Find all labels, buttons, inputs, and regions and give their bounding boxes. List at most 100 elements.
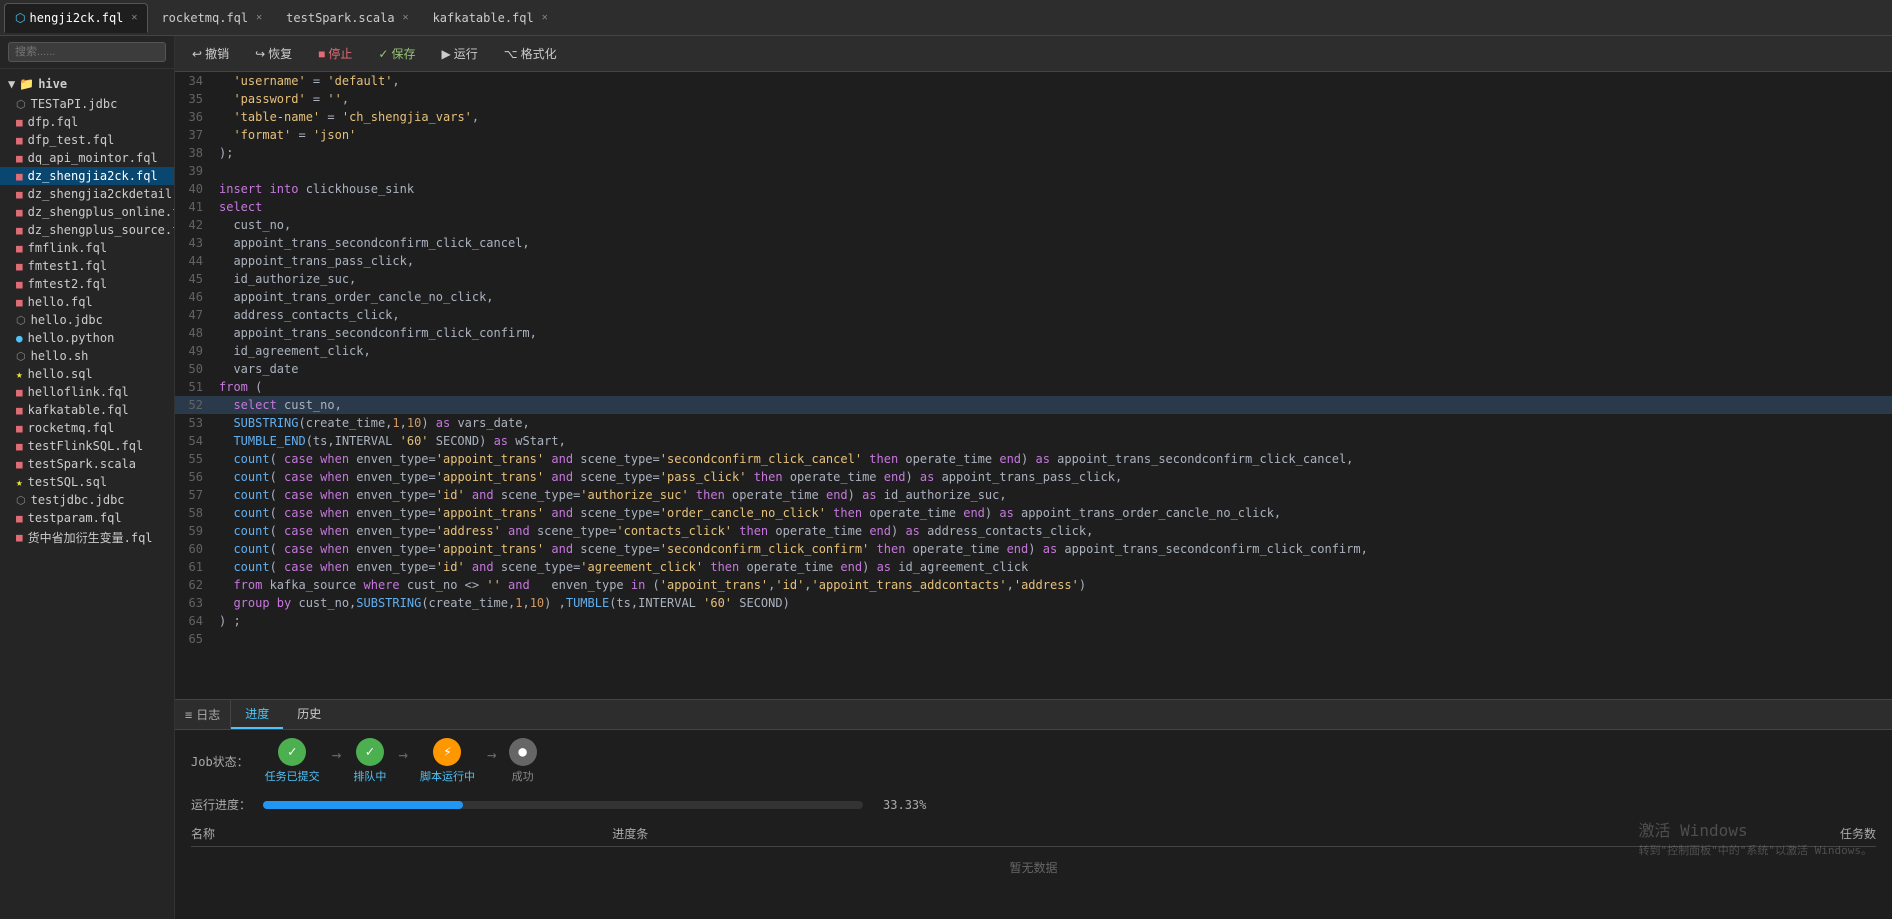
save-button[interactable]: ✓ 保存 [369, 41, 424, 66]
code-line-47: 47 address_contacts_click, [175, 306, 1892, 324]
code-line-34: 34 'username' = 'default', [175, 72, 1892, 90]
item-label-4: dz_shengjia2ck.fql [28, 169, 158, 183]
fql-icon-11: ■ [16, 296, 23, 309]
fql-icon-10: ■ [16, 278, 23, 291]
tab-close-hengji2ck[interactable]: ✕ [131, 12, 137, 23]
progress-percent: 33.33% [883, 798, 926, 812]
sidebar-item-21[interactable]: ★testSQL.sql [0, 473, 174, 491]
tab-progress-label: 进度 [245, 705, 269, 722]
item-label-3: dq_api_mointor.fql [28, 151, 158, 165]
item-label-21: testSQL.sql [28, 475, 107, 489]
undo-icon: ↩ [192, 47, 202, 61]
code-editor[interactable]: 34 'username' = 'default', 35 'password'… [175, 72, 1892, 699]
fql-icon-23: ■ [16, 512, 23, 525]
sidebar-item-7[interactable]: ■dz_shengplus_source.fql [0, 221, 174, 239]
code-line-39: 39 [175, 162, 1892, 180]
redo-button[interactable]: ↪ 恢复 [246, 41, 301, 66]
col-tasks-header: 任务数 [1455, 825, 1876, 842]
sidebar-item-10[interactable]: ■fmtest2.fql [0, 275, 174, 293]
step-label-2: 脚本运行中 [420, 768, 475, 784]
col-name-header: 名称 [191, 825, 612, 842]
code-line-40: 40insert into clickhouse_sink [175, 180, 1892, 198]
tree-root-label: hive [38, 77, 67, 91]
sidebar-item-0[interactable]: ⬡TESTaPI.jdbc [0, 95, 174, 113]
job-status-label: Job状态： [191, 753, 249, 770]
code-line-50: 50 vars_date [175, 360, 1892, 378]
code-line-58: 58 count( case when enven_type='appoint_… [175, 504, 1892, 522]
sql-icon-15: ★ [16, 368, 23, 381]
code-line-59: 59 count( case when enven_type='address'… [175, 522, 1892, 540]
tab-rocketmq[interactable]: rocketmq.fql ✕ [150, 3, 273, 33]
sidebar-item-15[interactable]: ★hello.sql [0, 365, 174, 383]
fql-icon-1: ■ [16, 116, 23, 129]
sidebar-item-3[interactable]: ■ dq_api_mointor.fql [0, 149, 174, 167]
job-step-0: ✓ 任务已提交 [265, 738, 320, 784]
format-label: 格式化 [521, 45, 557, 62]
search-input[interactable] [8, 42, 166, 62]
code-line-64: 64) ; [175, 612, 1892, 630]
code-line-48: 48 appoint_trans_secondconfirm_click_con… [175, 324, 1892, 342]
fql-icon-19: ■ [16, 440, 23, 453]
code-line-55: 55 count( case when enven_type='appoint_… [175, 450, 1892, 468]
main-layout: ▼ 📁 hive ⬡TESTaPI.jdbc ■dfp.fql ■dfp_tes… [0, 36, 1892, 919]
sidebar-item-5[interactable]: ■dz_shengjia2ckdetail.fql [0, 185, 174, 203]
undo-label: 撤销 [205, 45, 229, 62]
tab-testspark[interactable]: testSpark.scala ✕ [275, 3, 419, 33]
sidebar-item-2[interactable]: ■dfp_test.fql [0, 131, 174, 149]
sidebar-item-9[interactable]: ■fmtest1.fql [0, 257, 174, 275]
sidebar-item-11[interactable]: ■hello.fql [0, 293, 174, 311]
tab-kafkatable[interactable]: kafkatable.fql ✕ [422, 3, 559, 33]
tab-label-rocketmq: rocketmq.fql [161, 11, 248, 25]
sidebar-item-16[interactable]: ■helloflink.fql [0, 383, 174, 401]
run-button[interactable]: ▶ 运行 [433, 41, 487, 66]
item-label-24: 货中省加衍生变量.fql [28, 529, 153, 546]
fql-icon-17: ■ [16, 404, 23, 417]
sidebar-item-19[interactable]: ■ testFlinkSQL.fql [0, 437, 174, 455]
code-line-62: 62 from kafka_source where cust_no <> ''… [175, 576, 1892, 594]
run-icon: ▶ [442, 47, 451, 61]
hive-folder-icon: 📁 [19, 77, 34, 91]
tab-hengji2ck[interactable]: ⬡ hengji2ck.fql ✕ [4, 3, 148, 33]
sidebar-item-17[interactable]: ■kafkatable.fql [0, 401, 174, 419]
fql-icon-6: ■ [16, 206, 23, 219]
undo-button[interactable]: ↩ 撤销 [183, 41, 238, 66]
sidebar-item-12[interactable]: ⬡hello.jdbc [0, 311, 174, 329]
step-label-0: 任务已提交 [265, 768, 320, 784]
format-button[interactable]: ⌥ 格式化 [495, 41, 566, 66]
tab-history[interactable]: 历史 [283, 700, 335, 729]
fql-icon-7: ■ [16, 224, 23, 237]
sidebar-item-14[interactable]: ⬡hello.sh [0, 347, 174, 365]
table-header: 名称 进度条 任务数 [191, 821, 1876, 847]
tab-bar: ⬡ hengji2ck.fql ✕ rocketmq.fql ✕ testSpa… [0, 0, 1892, 36]
sidebar-item-22[interactable]: ⬡testjdbc.jdbc [0, 491, 174, 509]
tree-root-hive[interactable]: ▼ 📁 hive [0, 73, 174, 95]
code-line-49: 49 id_agreement_click, [175, 342, 1892, 360]
sidebar-item-4[interactable]: ■dz_shengjia2ck.fql [0, 167, 174, 185]
sidebar-item-8[interactable]: ■fmflink.fql [0, 239, 174, 257]
sidebar-item-24[interactable]: ■货中省加衍生变量.fql [0, 527, 174, 548]
code-line-51: 51from ( [175, 378, 1892, 396]
sidebar-item-13[interactable]: ●hello.python [0, 329, 174, 347]
sidebar-item-6[interactable]: ■ dz_shengplus_online.fql [0, 203, 174, 221]
tab-close-testspark[interactable]: ✕ [403, 12, 409, 23]
code-line-36: 36 'table-name' = 'ch_shengjia_vars', [175, 108, 1892, 126]
code-line-63: 63 group by cust_no,SUBSTRING(create_tim… [175, 594, 1892, 612]
fql-icon-3: ■ [16, 152, 23, 165]
tab-close-kafkatable[interactable]: ✕ [542, 12, 548, 23]
redo-label: 恢复 [268, 45, 292, 62]
stop-label: 停止 [328, 45, 352, 62]
sidebar-item-18[interactable]: ■rocketmq.fql [0, 419, 174, 437]
jdbc-icon-12: ⬡ [16, 314, 26, 327]
job-step-1: ✓ 排队中 [353, 738, 386, 784]
step-arrow-0: → [332, 745, 342, 764]
tab-close-rocketmq[interactable]: ✕ [256, 12, 262, 23]
item-label-6: dz_shengplus_online.fql [28, 205, 174, 219]
sidebar-search-container [0, 36, 174, 69]
sidebar-item-20[interactable]: ■testSpark.scala [0, 455, 174, 473]
item-label-9: fmtest1.fql [28, 259, 107, 273]
stop-button[interactable]: ■ 停止 [309, 41, 361, 66]
tab-progress[interactable]: 进度 [231, 700, 283, 729]
item-label-19: testFlinkSQL.fql [28, 439, 144, 453]
sidebar-item-23[interactable]: ■testparam.fql [0, 509, 174, 527]
sidebar-item-1[interactable]: ■dfp.fql [0, 113, 174, 131]
